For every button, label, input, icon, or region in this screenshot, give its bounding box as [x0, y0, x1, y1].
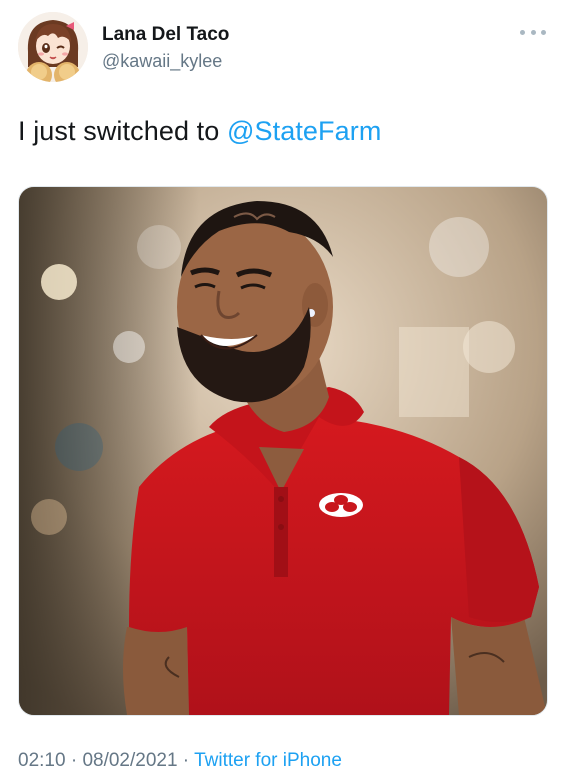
- author-handle[interactable]: @kawaii_kylee: [102, 51, 222, 72]
- tweet-text-body: I just switched to: [18, 116, 227, 146]
- more-dot: [530, 29, 536, 35]
- tweet-time[interactable]: 02:10: [18, 750, 66, 771]
- tweet-source-link[interactable]: Twitter for iPhone: [194, 750, 342, 771]
- author-display-name[interactable]: Lana Del Taco: [102, 24, 229, 46]
- tweet-date[interactable]: 08/02/2021: [82, 750, 177, 771]
- meta-separator: ·: [65, 750, 83, 771]
- more-dot: [541, 29, 546, 35]
- meta-separator: ·: [177, 750, 195, 771]
- mention-link[interactable]: @StateFarm: [227, 116, 381, 146]
- statefarm-logo: [319, 493, 363, 517]
- author-avatar[interactable]: [18, 12, 88, 82]
- tweet-text: I just switched to @StateFarm: [18, 116, 381, 147]
- tweet-meta: 02:10 · 08/02/2021 · Twitter for iPhone: [18, 750, 342, 772]
- tweet-card: Lana Del Taco @kawaii_kylee I just switc…: [0, 0, 562, 782]
- avatar-illustration: [18, 12, 88, 82]
- photo-illustration: [19, 187, 547, 715]
- tweet-photo[interactable]: [18, 186, 548, 716]
- more-options-icon[interactable]: [520, 26, 546, 38]
- more-dot: [520, 29, 525, 35]
